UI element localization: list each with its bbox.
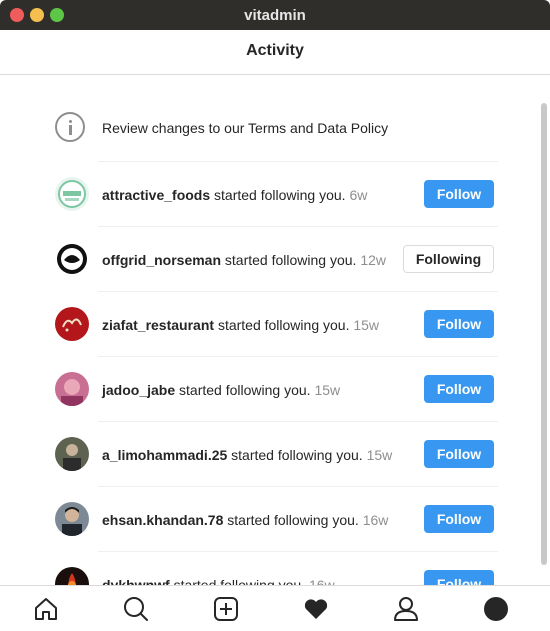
follow-button[interactable]: Follow [424,180,494,208]
activity-row: offgrid_norseman started following you. … [55,226,498,290]
row-divider [98,486,498,487]
following-button[interactable]: Following [403,245,494,273]
account-avatar[interactable] [481,594,511,624]
username[interactable]: ehsan.khandan.78 [102,512,223,528]
activity-heart-icon[interactable] [301,594,331,624]
activity-text: ziafat_restaurant started following you.… [102,317,379,333]
activity-row: jadoo_jabe started following you. 15w Fo… [55,356,498,420]
avatar[interactable] [55,242,89,276]
timestamp: 16w [362,512,389,528]
activity-action: started following you. [214,187,346,203]
activity-feed[interactable]: Review changes to our Terms and Data Pol… [0,75,550,585]
follow-button[interactable]: Follow [424,440,494,468]
avatar[interactable] [55,177,89,211]
new-post-icon[interactable] [211,594,241,624]
bottom-navigation [0,585,550,631]
activity-text: a_limohammadi.25 started following you. … [102,447,392,463]
activity-action: started following you. [217,317,350,333]
timestamp: 15w [314,382,341,398]
scrollbar[interactable] [541,103,547,565]
avatar[interactable] [55,372,89,406]
activity-action: started following you. [231,447,363,463]
row-divider [98,226,498,227]
follow-button[interactable]: Follow [424,310,494,338]
activity-action: started following you. [179,382,311,398]
username[interactable]: jadoo_jabe [102,382,175,398]
activity-row: a_limohammadi.25 started following you. … [55,421,498,485]
page-title: Activity [246,42,304,59]
row-divider [98,421,498,422]
window-title: vitadmin [244,7,306,24]
home-icon[interactable] [31,594,61,624]
timestamp: 16w [308,577,335,585]
row-divider [98,161,498,162]
activity-row: dykhwnwf started following you. 16w Foll… [55,551,498,585]
follow-button[interactable]: Follow [424,570,494,585]
activity-row: ehsan.khandan.78 started following you. … [55,486,498,550]
avatar[interactable] [55,502,89,536]
avatar[interactable] [55,567,89,585]
window-titlebar: vitadmin [0,0,550,30]
activity-action: started following you. [173,577,306,585]
timestamp: 6w [349,187,368,203]
activity-row: attractive_foods started following you. … [55,161,498,225]
search-icon[interactable] [121,594,151,624]
username[interactable]: ziafat_restaurant [102,317,214,333]
username[interactable]: a_limohammadi.25 [102,447,227,463]
follow-button[interactable]: Follow [424,505,494,533]
timestamp: 15w [366,447,393,463]
username[interactable]: attractive_foods [102,187,210,203]
activity-text: jadoo_jabe started following you. 15w [102,382,340,398]
activity-text: offgrid_norseman started following you. … [102,252,386,268]
activity-text: dykhwnwf started following you. 16w [102,577,335,585]
activity-text: attractive_foods started following you. … [102,187,367,203]
follow-button[interactable]: Follow [424,375,494,403]
row-divider [98,356,498,357]
terms-notice-text: Review changes to our Terms and Data Pol… [102,120,389,136]
timestamp: 12w [360,252,387,268]
avatar[interactable] [55,307,89,341]
avatar[interactable] [55,437,89,471]
activity-action: started following you. [224,252,357,268]
profile-icon[interactable] [391,594,421,624]
row-divider [98,551,498,552]
info-icon [55,112,85,142]
username[interactable]: offgrid_norseman [102,252,221,268]
row-divider [98,291,498,292]
page-header: Activity [0,30,550,75]
activity-action: started following you. [227,512,359,528]
activity-text: ehsan.khandan.78 started following you. … [102,512,388,528]
activity-row: ziafat_restaurant started following you.… [55,291,498,355]
username[interactable]: dykhwnwf [102,577,170,585]
timestamp: 15w [353,317,380,333]
